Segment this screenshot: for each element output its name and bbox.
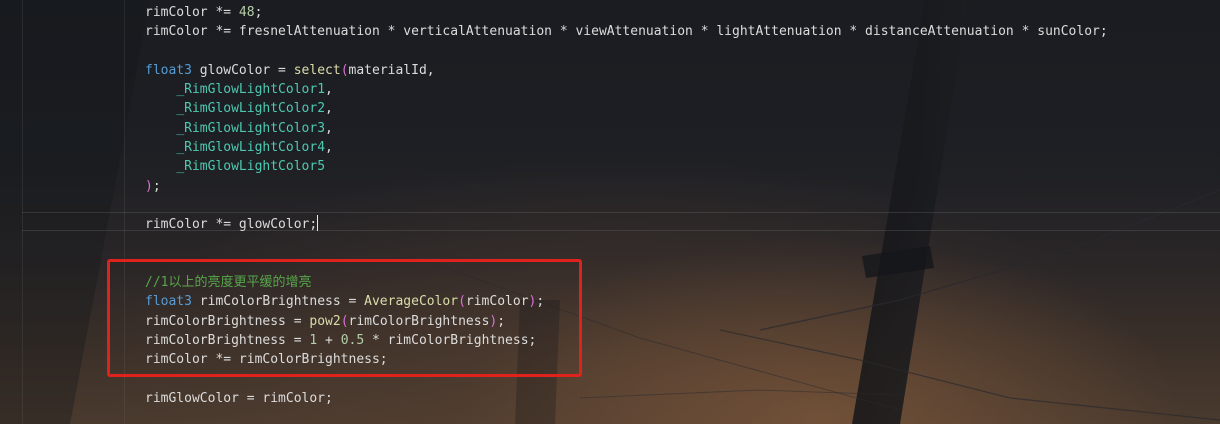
code-token: float3 (145, 62, 192, 78)
code-line[interactable]: _RimGlowLightColor4, (145, 138, 1108, 157)
code-token: ; (254, 5, 263, 20)
code-token: ( (340, 62, 349, 78)
code-line[interactable] (145, 235, 1108, 254)
code-token: ; (152, 178, 161, 194)
code-token: rimColor *= glowColor; (145, 217, 318, 233)
code-line[interactable]: _RimGlowLightColor5 (145, 157, 1108, 176)
code-token: 48 (238, 5, 255, 20)
code-token: , (325, 140, 333, 156)
code-token: rimColor *= (145, 5, 239, 20)
code-token: , (325, 120, 333, 136)
code-line[interactable]: _RimGlowLightColor3, (145, 119, 1108, 138)
code-line[interactable]: _RimGlowLightColor2, (145, 99, 1108, 118)
code-token: _RimGlowLightColor3 (176, 120, 326, 136)
code-token: rimGlowColor = rimColor; (145, 390, 333, 406)
code-token: _RimGlowLightColor4 (176, 140, 326, 156)
code-token: select (293, 62, 341, 78)
code-line[interactable]: rimColor *= fresnelAttenuation * vertica… (145, 22, 1108, 41)
code-token: , (325, 101, 333, 117)
code-token: _RimGlowLightColor5 (176, 159, 326, 175)
code-token: materialId, (348, 62, 435, 78)
code-line[interactable]: float3 glowColor = select(materialId, (145, 61, 1108, 80)
code-token: , (325, 82, 333, 98)
code-line[interactable]: _RimGlowLightColor1, (145, 80, 1108, 99)
code-line[interactable] (145, 42, 1108, 61)
code-token: glowColor = (191, 62, 294, 78)
code-line[interactable]: rimGlowColor = rimColor; (145, 389, 1108, 408)
code-token: ) (145, 178, 153, 194)
code-token: _RimGlowLightColor2 (176, 101, 326, 117)
code-line[interactable]: rimColor *= 48; (145, 3, 1108, 22)
text-cursor (317, 215, 319, 232)
code-line[interactable] (145, 196, 1108, 215)
code-token: rimColor *= fresnelAttenuation * vertica… (145, 24, 1108, 40)
annotation-highlight-box (107, 259, 582, 377)
code-editor[interactable]: rimColor *= 48; rimColor *= fresnelAttenu… (0, 0, 1220, 424)
code-line[interactable]: rimColor *= glowColor; (145, 215, 1108, 234)
code-line[interactable]: ); (145, 177, 1108, 196)
code-token: _RimGlowLightColor1 (176, 82, 326, 98)
